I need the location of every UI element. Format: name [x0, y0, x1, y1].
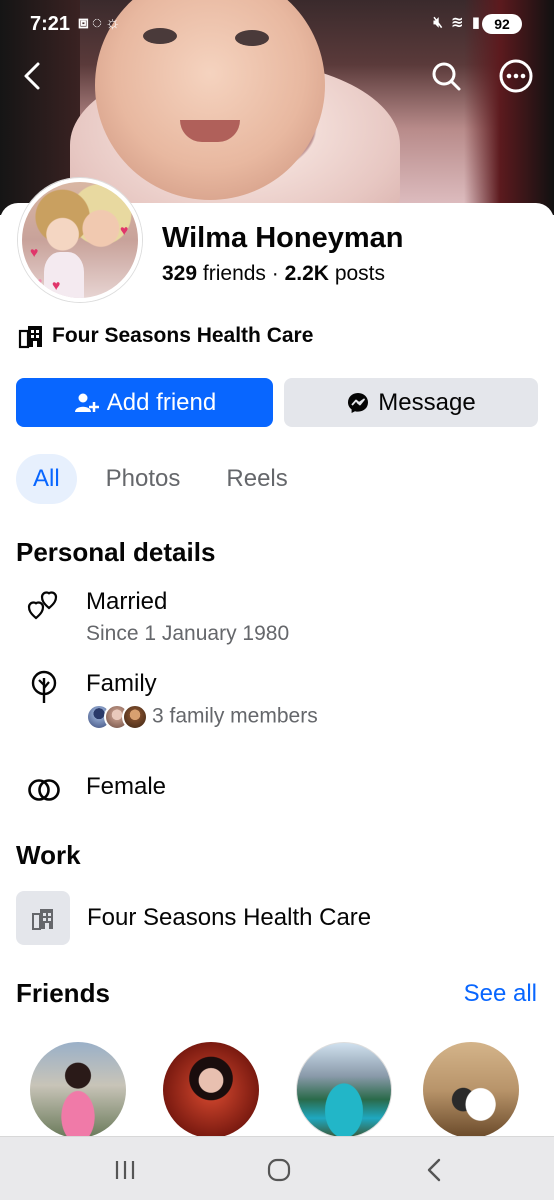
tab-photos[interactable]: Photos	[89, 454, 198, 504]
screenshot-icon: ⧈	[78, 13, 92, 32]
friend-avatar[interactable]	[30, 1042, 126, 1138]
wifi-icon: ≋	[450, 14, 466, 31]
family-members: 3 family members	[86, 704, 318, 730]
relationship-detail[interactable]: Married Since 1 January 1980	[22, 588, 289, 646]
work-title: Work	[16, 840, 81, 870]
hearts-icon	[22, 588, 66, 622]
more-icon	[499, 59, 533, 93]
avatar-heart: ♥	[52, 277, 61, 293]
back-button[interactable]	[18, 58, 54, 94]
gender-detail: Female	[22, 773, 166, 807]
friend-avatar[interactable]	[296, 1042, 392, 1138]
recent-apps-icon[interactable]	[110, 1157, 140, 1183]
tab-all[interactable]: All	[16, 454, 77, 504]
posts-label: posts	[334, 262, 386, 285]
back-nav-icon[interactable]	[420, 1157, 450, 1183]
cover-photo-mouth	[180, 120, 240, 142]
avatar-heart: ♥	[30, 244, 39, 260]
mute-icon: 🔇︎	[433, 14, 445, 31]
messenger-icon	[348, 392, 369, 413]
search-button[interactable]	[428, 58, 464, 94]
add-friend-label: Add friend	[106, 388, 217, 416]
battery-indicator: 92	[482, 14, 522, 34]
gender-label: Female	[86, 773, 167, 800]
relationship-status: Married	[86, 588, 168, 615]
message-label: Message	[378, 388, 476, 416]
family-detail[interactable]: Family 3 family members	[22, 670, 318, 730]
friends-title: Friends	[16, 978, 110, 1008]
personal-details-title: Personal details	[16, 537, 216, 567]
work-building-icon-box	[16, 891, 70, 945]
status-right-icons: 🔇︎ ≋ ▮	[433, 13, 482, 31]
add-friend-button[interactable]: Add friend	[16, 378, 273, 427]
see-all-friends-link[interactable]: See all	[464, 980, 537, 1008]
status-left-icons: ⧈◌☼	[78, 13, 124, 33]
status-bar: 7:21 ⧈◌☼ 🔇︎ ≋ ▮ 92	[0, 0, 554, 50]
friends-count: 329	[162, 262, 198, 285]
work-employer-label: Four Seasons Health Care	[87, 904, 372, 931]
avatar-dress	[44, 252, 84, 298]
avatar-heart: ♥	[34, 274, 43, 290]
friends-label: friends	[202, 262, 266, 285]
friend-avatar[interactable]	[163, 1042, 259, 1138]
tab-reels[interactable]: Reels	[209, 454, 304, 504]
back-arrow-icon	[24, 62, 40, 90]
friend-avatar[interactable]	[423, 1042, 519, 1138]
relationship-since: Since 1 January 1980	[86, 622, 290, 645]
profile-tabs: All Photos Reels	[16, 454, 305, 504]
building-icon	[32, 909, 53, 930]
profile-name: Wilma Honeyman	[162, 222, 404, 254]
whatsapp-icon: ◌	[91, 13, 105, 32]
building-icon	[18, 326, 42, 349]
family-avatar	[122, 704, 148, 730]
posts-count: 2.2K	[284, 262, 329, 285]
workplace-label: Four Seasons Health Care	[52, 324, 314, 347]
system-nav-bar	[0, 1136, 554, 1200]
gender-icon	[22, 773, 66, 807]
family-label: Family	[86, 670, 157, 697]
message-button[interactable]: Message	[284, 378, 538, 427]
profile-stats: 329 friends · 2.2K posts	[162, 262, 385, 286]
add-person-icon	[74, 393, 99, 412]
family-tree-icon	[22, 670, 66, 704]
more-options-button[interactable]	[498, 58, 534, 94]
stats-separator: ·	[271, 262, 279, 285]
signal-icon: ▮	[471, 14, 482, 31]
family-members-count: 3 family members	[152, 704, 318, 728]
work-employer[interactable]: Four Seasons Health Care	[16, 891, 371, 945]
home-icon[interactable]	[264, 1157, 294, 1183]
search-icon	[432, 62, 461, 91]
family-avatars	[86, 704, 148, 730]
brightness-icon: ☼	[104, 13, 124, 32]
status-time: 7:21	[30, 13, 71, 35]
avatar-heart: ♥	[120, 222, 129, 238]
profile-workplace[interactable]: Four Seasons Health Care	[18, 323, 313, 349]
profile-avatar[interactable]: ♥ ♥ ♥ ♥	[18, 178, 142, 302]
